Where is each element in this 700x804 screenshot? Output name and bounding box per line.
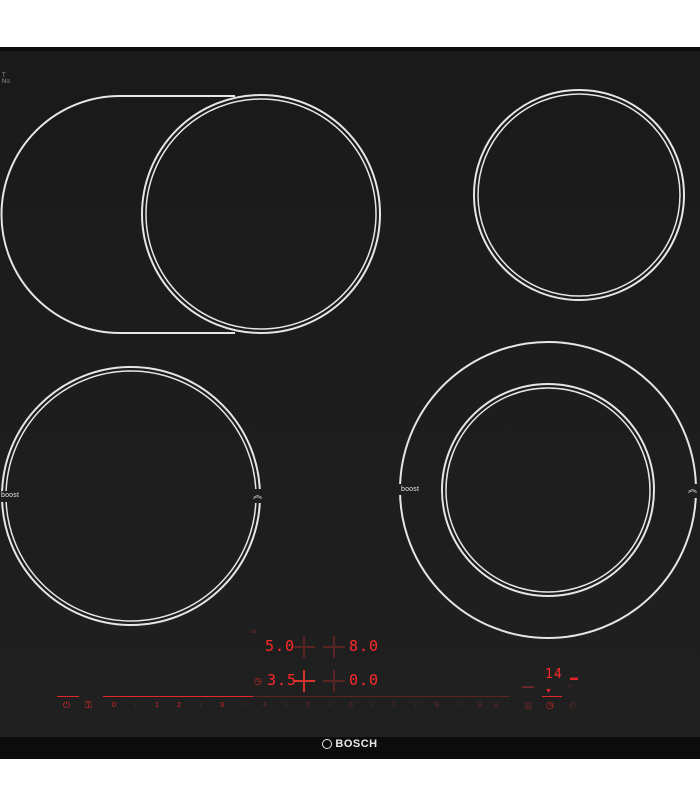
power-level-7[interactable]: 7 <box>392 702 396 709</box>
power-slider-track[interactable] <box>253 696 510 697</box>
power-icon[interactable]: ⏻ <box>63 700 70 711</box>
zone-select-front-right-icon[interactable] <box>323 670 345 692</box>
keep-warm-icon[interactable]: ▥ <box>524 700 533 711</box>
rear-right-zone[interactable] <box>474 90 684 300</box>
power-indicator-line <box>57 696 79 697</box>
timer-indicator-line <box>542 696 562 697</box>
timer-bar-right-icon: ▽ <box>568 685 573 691</box>
rear-left-zone[interactable] <box>142 95 380 333</box>
stopwatch-icon[interactable]: ◴ <box>569 700 577 711</box>
display-rear-right: 8.0 <box>349 637 380 655</box>
power-level-9[interactable]: 9 <box>478 702 482 709</box>
power-level-1[interactable]: 1 <box>155 702 159 709</box>
front-left-zone[interactable] <box>2 367 260 625</box>
bosch-logo-icon <box>322 739 333 749</box>
timer-arrow-icon: ▼ <box>545 688 552 695</box>
power-level-3[interactable]: 3 <box>220 702 224 709</box>
zone-select-rear-right-icon[interactable] <box>323 636 345 658</box>
zone-select-rear-left-icon[interactable] <box>293 636 315 658</box>
flex-zone-icon[interactable]: ∞ <box>250 626 256 636</box>
power-level-2[interactable]: 2 <box>177 702 181 709</box>
front-right-zone[interactable] <box>400 342 696 638</box>
power-slider-active <box>103 696 253 697</box>
brand-name: BOSCH <box>335 738 378 750</box>
display-rear-left: 5.0 <box>265 637 296 655</box>
power-level-6[interactable]: 6 <box>349 702 353 709</box>
timer-icon[interactable]: ◷ <box>254 676 262 687</box>
corner-marking: T N≡ <box>2 73 10 85</box>
power-level-5[interactable]: 5 <box>306 702 310 709</box>
display-front-right: 0.0 <box>349 671 380 689</box>
power-level-0[interactable]: 0 <box>112 702 116 709</box>
power-level-4[interactable]: 4 <box>263 702 267 709</box>
timer-minus-icon: ▬ <box>570 673 578 682</box>
brand-logo: BOSCH <box>0 738 700 750</box>
boost-icon[interactable]: ⩓ <box>494 700 499 710</box>
display-timer: 14 <box>545 667 563 682</box>
timer-bar-left-icon: ▬▬ <box>522 684 534 690</box>
zone-select-front-left-icon[interactable] <box>293 670 315 692</box>
clock-icon[interactable]: ◷ <box>546 700 554 711</box>
child-lock-icon[interactable]: ⚿ <box>85 700 92 711</box>
power-level-8[interactable]: 8 <box>435 702 439 709</box>
